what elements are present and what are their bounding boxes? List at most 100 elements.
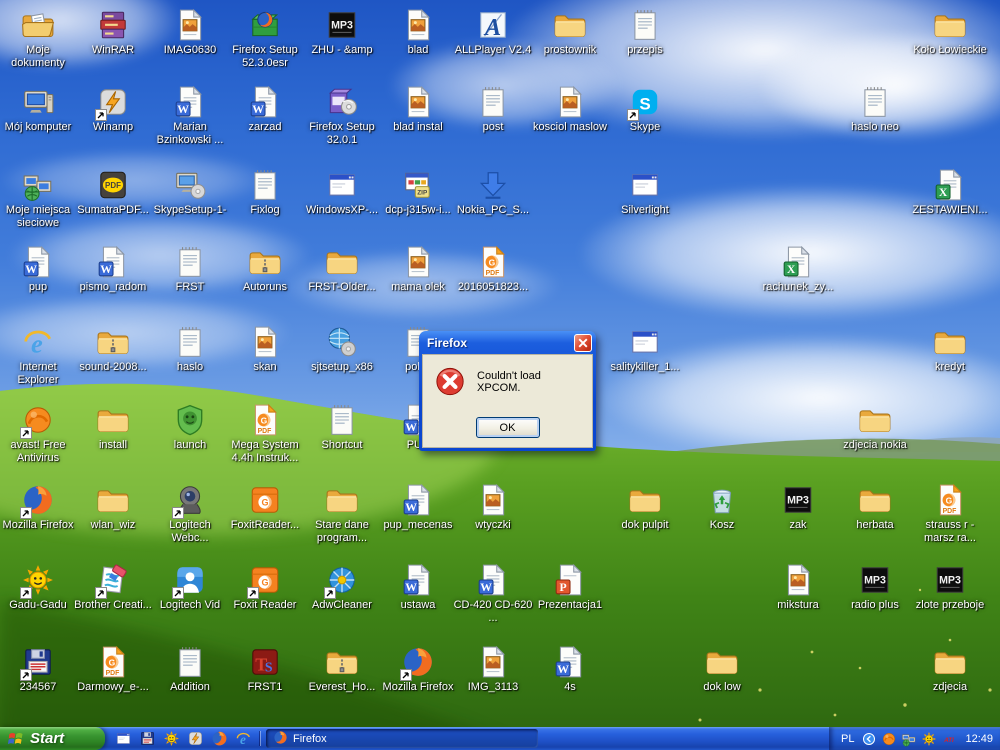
desktop-icon-frst-older[interactable]: FRST-Older... [302, 245, 382, 294]
desktop-icon-ustawa[interactable]: Wustawa [378, 563, 458, 612]
desktop-icon-herbata[interactable]: herbata [835, 483, 915, 532]
desktop-icon-mozilla-firefox[interactable]: Mozilla Firefox [0, 483, 78, 532]
desktop-icon-kosz[interactable]: Kosz [682, 483, 762, 532]
desktop-icon-dok-low[interactable]: dok low [682, 645, 762, 694]
ok-button[interactable]: OK [476, 417, 540, 438]
desktop-icon-internet-explorer[interactable]: eInternet Explorer [0, 325, 78, 387]
desktop-icon-kredyt[interactable]: kredyt [910, 325, 990, 374]
winamp-quicklaunch-icon[interactable] [187, 730, 204, 747]
desktop-icon-mama-olek[interactable]: mama olek [378, 245, 458, 294]
desktop-icon-zak[interactable]: MP3zak [758, 483, 838, 532]
desktop-icon-zdjecia-nokia[interactable]: zdjecia nokia [835, 403, 915, 452]
desktop-icon-adwcleaner[interactable]: AdwCleaner [302, 563, 382, 612]
desktop-icon-silverlight[interactable]: Silverlight [605, 168, 685, 217]
desktop-icon-mega-system-4-4h-instruk[interactable]: GPDFMega System 4.4h Instruk... [225, 403, 305, 465]
desktop-icon-moje-dokumenty[interactable]: Moje dokumenty [0, 8, 78, 70]
hide-arrow-tray-icon[interactable] [861, 731, 877, 747]
clock[interactable]: 12:49 [965, 733, 993, 745]
desktop-icon-winrar[interactable]: WinRAR [73, 8, 153, 57]
desktop-icon-gadu-gadu[interactable]: Gadu-Gadu [0, 563, 78, 612]
firefox-quicklaunch-icon[interactable] [211, 730, 228, 747]
desktop-icon-prostownik[interactable]: prostownik [530, 8, 610, 57]
desktop-icon-imag0630[interactable]: IMAG0630 [150, 8, 230, 57]
desktop-icon-przepis[interactable]: przepis [605, 8, 685, 57]
gadu-quicklaunch-icon[interactable] [163, 730, 180, 747]
desktop-icon-prezentacja1[interactable]: PPrezentacja1 [530, 563, 610, 612]
desktop-icon-sumatrapdf[interactable]: PDFSumatraPDF... [73, 168, 153, 217]
desktop-icon-nokia-pc-s[interactable]: Nokia_PC_S... [453, 168, 533, 217]
dialog-title-bar[interactable]: Firefox [422, 331, 593, 354]
avast-tray-icon[interactable] [881, 731, 897, 747]
desktop-icon-skype[interactable]: SSkype [605, 85, 685, 134]
desktop-icon-blad[interactable]: blad [378, 8, 458, 57]
desktop-icon-frst[interactable]: FRST [150, 245, 230, 294]
desktop-icon-pup[interactable]: Wpup [0, 245, 78, 294]
desktop-icon-wtyczki[interactable]: wtyczki [453, 483, 533, 532]
desktop-icon-stare-dane-program[interactable]: Stare dane program... [302, 483, 382, 545]
desktop-icon-moje-miejsca-sieciowe[interactable]: Moje miejsca sieciowe [0, 168, 78, 230]
desktop-icon-zestawieni[interactable]: XZESTAWIENI... [910, 168, 990, 217]
desktop-icon-skypesetup-1[interactable]: SkypeSetup-1- [150, 168, 230, 217]
desktop-icon-frst1[interactable]: TSFRST1 [225, 645, 305, 694]
desktop-icon-logitech-webc[interactable]: Logitech Webc... [150, 483, 230, 545]
desktop-icon-rachunek-zy[interactable]: Xrachunek_zy... [758, 245, 838, 294]
desktop-icon-skan[interactable]: skan [225, 325, 305, 374]
desktop-icon-pup-mecenas[interactable]: Wpup_mecenas [378, 483, 458, 532]
desktop-icon-234567[interactable]: 234567 [0, 645, 78, 694]
gadu-tray-icon[interactable] [921, 731, 937, 747]
language-indicator[interactable]: PL [841, 733, 854, 745]
desktop-icon-mozilla-firefox[interactable]: Mozilla Firefox [378, 645, 458, 694]
desktop-icon-firefox-setup-32-0-1[interactable]: Firefox Setup 32.0.1 [302, 85, 382, 147]
desktop-icon-firefox-setup-52-3-0esr[interactable]: Firefox Setup 52.3.0esr [225, 8, 305, 70]
network-tray-icon[interactable] [901, 731, 917, 747]
desktop-icon-ko-o-owieckie[interactable]: Koło Łowieckie [910, 8, 990, 57]
desktop-icon-zdjecia[interactable]: zdjecia [910, 645, 990, 694]
desktop-icon-pismo-radom[interactable]: Wpismo_radom [73, 245, 153, 294]
desktop-icon-shortcut[interactable]: Shortcut [302, 403, 382, 452]
desktop-icon-fixlog[interactable]: Fixlog [225, 168, 305, 217]
desktop-icon-marian-bzinkowski[interactable]: WMarian Bzinkowski ... [150, 85, 230, 147]
desktop-icon-addition[interactable]: Addition [150, 645, 230, 694]
desktop-icon-kosciol-maslow[interactable]: kosciol maslow [530, 85, 610, 134]
desktop-icon-m-j-komputer[interactable]: Mój komputer [0, 85, 78, 134]
close-button[interactable] [574, 334, 592, 352]
floppy-quicklaunch-icon[interactable] [139, 730, 156, 747]
desktop-icon-img-3113[interactable]: IMG_3113 [453, 645, 533, 694]
desktop-icon-brother-creati[interactable]: Brother Creati... [73, 563, 153, 612]
ati-tray-icon[interactable]: ATI [941, 731, 957, 747]
desktop-icon-mikstura[interactable]: mikstura [758, 563, 838, 612]
desktop-icon-install[interactable]: install [73, 403, 153, 452]
desktop-icon-avast-free-antivirus[interactable]: avast! Free Antivirus [0, 403, 78, 465]
desktop-icon-zlote-przeboje[interactable]: MP3zlote przeboje [910, 563, 990, 612]
desktop-icon-4s[interactable]: W4s [530, 645, 610, 694]
desktop-icon-everest-ho[interactable]: Everest_Ho... [302, 645, 382, 694]
desktop-icon-haslo[interactable]: haslo [150, 325, 230, 374]
desktop-icon-foxitreader[interactable]: GFoxitReader... [225, 483, 305, 532]
desktop-icon-2016051823[interactable]: GPDF2016051823... [453, 245, 533, 294]
desktop-icon-winamp[interactable]: Winamp [73, 85, 153, 134]
desktop-icon-foxit-reader[interactable]: GFoxit Reader [225, 563, 305, 612]
desktop-icon-autoruns[interactable]: Autoruns [225, 245, 305, 294]
desktop-icon-sound-2008[interactable]: sound-2008... [73, 325, 153, 374]
desktop-icon-windowsxp[interactable]: WindowsXP-... [302, 168, 382, 217]
desktop-icon-allplayer-v2-4[interactable]: AALLPlayer V2.4 [453, 8, 533, 57]
desktop-icon-salitykiller-1[interactable]: salitykiller_1... [605, 325, 685, 374]
desktop-icon-post[interactable]: post [453, 85, 533, 134]
desktop-icon-dok-pulpit[interactable]: dok pulpit [605, 483, 685, 532]
start-button[interactable]: Start [0, 727, 105, 750]
desktop-icon-blad-instal[interactable]: blad instal [378, 85, 458, 134]
desktop-icon-sjtsetup-x86[interactable]: sjtsetup_x86 [302, 325, 382, 374]
appwin-quicklaunch-icon[interactable] [115, 730, 132, 747]
desktop-icon-haslo-neo[interactable]: haslo neo [835, 85, 915, 134]
desktop-icon-dcp-j315w-i[interactable]: ZIPdcp-j315w-i... [378, 168, 458, 217]
desktop-icon-radio-plus[interactable]: MP3radio plus [835, 563, 915, 612]
desktop-icon-zhu-amp[interactable]: MP3ZHU - &amp [302, 8, 382, 57]
desktop-icon-launch[interactable]: launch [150, 403, 230, 452]
ie-quicklaunch-icon[interactable]: e [235, 730, 252, 747]
desktop-icon-wlan-wiz[interactable]: wlan_wiz [73, 483, 153, 532]
desktop-icon-logitech-vid[interactable]: Logitech Vid [150, 563, 230, 612]
desktop-icon-zarzad[interactable]: Wzarzad [225, 85, 305, 134]
desktop-icon-strauss-r-marsz-ra[interactable]: GPDFstrauss r - marsz ra... [910, 483, 990, 545]
taskbar-task-firefox[interactable]: Firefox [266, 729, 538, 748]
desktop-icon-darmowy-e[interactable]: GPDFDarmowy_e-... [73, 645, 153, 694]
